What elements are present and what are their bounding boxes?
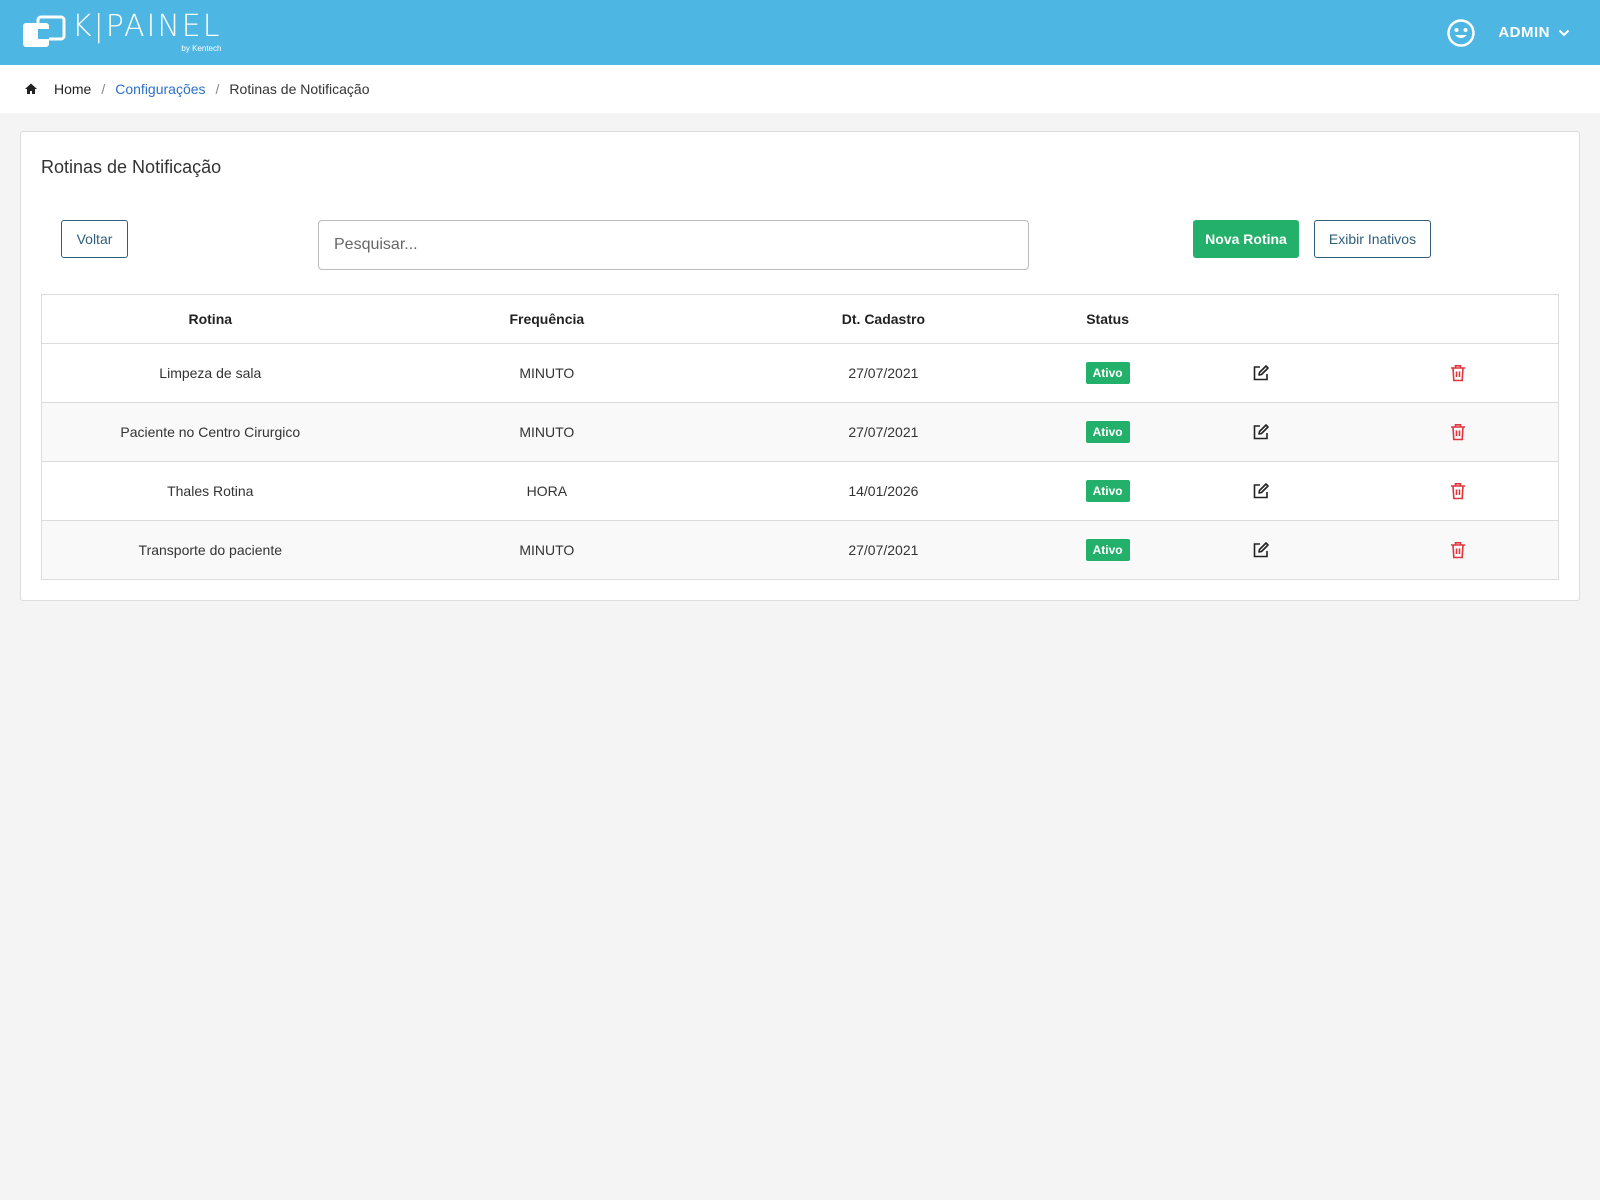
logo-subtitle: by Kentech	[181, 44, 222, 53]
cell-dt-cadastro: 14/01/2026	[715, 461, 1052, 521]
breadcrumb-current: Rotinas de Notificação	[229, 81, 370, 97]
home-icon[interactable]	[24, 82, 38, 96]
edit-icon[interactable]	[1252, 482, 1270, 500]
table-header-row: Rotina Frequência Dt. Cadastro Status	[42, 295, 1558, 344]
cell-dt-cadastro: 27/07/2021	[848, 541, 919, 558]
status-badge: Ativo	[1085, 538, 1130, 561]
status-badge: Ativo	[1085, 479, 1130, 502]
logo[interactable]: K|PAINEL by Kentech	[22, 12, 221, 53]
page-title: Rotinas de Notificação	[41, 157, 222, 177]
cell-rotina: Paciente no Centro Cirurgico	[42, 402, 379, 462]
back-button[interactable]: Voltar	[61, 220, 128, 258]
routines-card: Rotinas de Notificação Voltar Nova Rotin…	[20, 131, 1580, 601]
cell-rotina: Thales Rotina	[42, 461, 379, 521]
logo-mark-icon	[23, 15, 66, 47]
chevron-down-icon	[1558, 29, 1570, 36]
user-name: ADMIN	[1498, 24, 1550, 41]
table-row: Limpeza de sala MINUTO 27/07/2021 Ativo	[42, 343, 1558, 403]
status-badge: Ativo	[1085, 420, 1130, 443]
cell-dt-cadastro: 27/07/2021	[715, 402, 1052, 462]
routines-table: Rotina Frequência Dt. Cadastro Status Li…	[41, 294, 1559, 580]
trash-icon[interactable]	[1450, 423, 1466, 441]
new-routine-button[interactable]: Nova Rotina	[1193, 220, 1299, 258]
column-header-status: Status	[1051, 295, 1164, 344]
user-area: ADMIN	[1446, 18, 1570, 48]
logo-name: K|PAINEL	[72, 9, 222, 44]
cell-dt-cadastro: 27/07/2021	[715, 343, 1052, 403]
trash-icon[interactable]	[1450, 364, 1466, 382]
top-navbar: K|PAINEL by Kentech ADMIN	[0, 0, 1600, 65]
table-row: Paciente no Centro Cirurgico MINUTO 27/0…	[42, 402, 1558, 462]
show-inactive-button[interactable]: Exibir Inativos	[1314, 220, 1431, 258]
edit-icon[interactable]	[1252, 364, 1270, 382]
edit-icon[interactable]	[1252, 541, 1270, 559]
cell-frequencia: MINUTO	[378, 402, 716, 462]
column-header-rotina: Rotina	[42, 295, 379, 344]
cell-frequencia: MINUTO	[378, 343, 716, 403]
status-badge: Ativo	[1085, 361, 1130, 384]
table-row: Transporte do paciente MINUTO 27/07/2021…	[42, 520, 1558, 579]
edit-icon[interactable]	[1252, 423, 1270, 441]
smiley-icon[interactable]	[1446, 18, 1476, 48]
column-header-edit	[1163, 295, 1359, 344]
trash-icon[interactable]	[1450, 482, 1466, 500]
trash-icon[interactable]	[1450, 541, 1466, 559]
user-menu-toggle[interactable]: ADMIN	[1498, 24, 1570, 41]
cell-rotina: Limpeza de sala	[42, 343, 379, 403]
breadcrumb-separator: /	[101, 81, 106, 97]
column-header-frequencia: Frequência	[378, 295, 716, 344]
breadcrumb-separator: /	[215, 81, 220, 97]
cell-rotina: Transporte do paciente	[138, 541, 282, 558]
breadcrumb: Home / Configurações / Rotinas de Notifi…	[0, 65, 1600, 113]
cell-frequencia: MINUTO	[519, 541, 575, 558]
column-header-delete	[1358, 295, 1558, 344]
cell-frequencia: HORA	[378, 461, 716, 521]
search-input[interactable]	[318, 220, 1029, 270]
table-row: Thales Rotina HORA 14/01/2026 Ativo	[42, 461, 1558, 521]
breadcrumb-home[interactable]: Home	[54, 81, 91, 97]
breadcrumb-configuracoes[interactable]: Configurações	[115, 81, 205, 97]
column-header-dt-cadastro: Dt. Cadastro	[715, 295, 1052, 344]
